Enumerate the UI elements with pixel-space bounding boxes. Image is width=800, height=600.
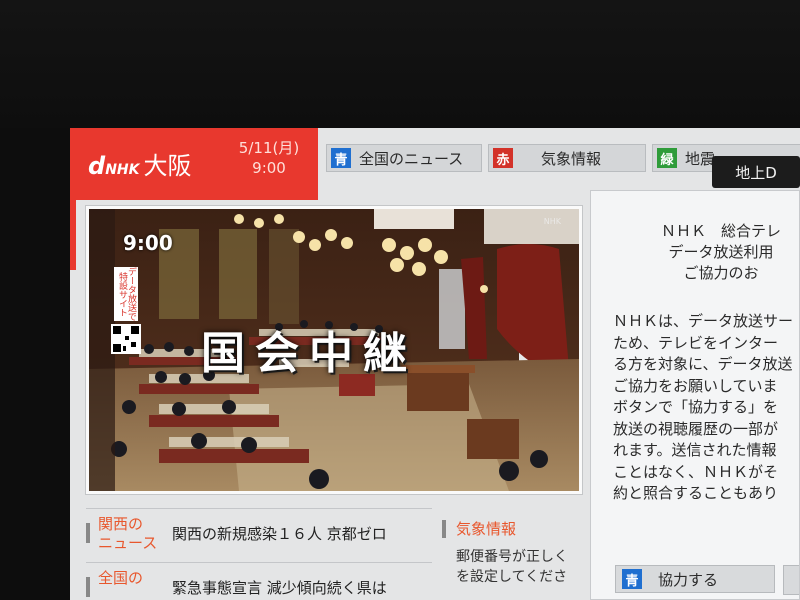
tab-label: 気象情報 <box>541 149 602 168</box>
qr-code-block: データ放送で特設サイト <box>111 267 141 354</box>
tv-bezel-left <box>0 128 70 600</box>
news-headline: 関西の新規感染１６人 京都ゼロ <box>172 525 387 543</box>
decline-button[interactable] <box>783 565 799 595</box>
logo-nhk-text: NHK <box>105 162 140 178</box>
panel-body: ＮＨＫは、データ放送サー ため、テレビをインター る方を対象に、データ放送 ご協… <box>613 311 799 505</box>
tab-label: 地震 <box>685 149 716 168</box>
brand-red-strip <box>70 200 76 270</box>
item-marker <box>86 577 90 597</box>
tv-bezel-top <box>0 0 800 128</box>
program-caption: 国会中継 <box>201 328 417 379</box>
station-name: 大阪 <box>143 152 192 180</box>
panel-body-line: る方を対象に、データ放送 <box>613 355 793 373</box>
item-marker <box>86 523 90 543</box>
station-header: dNHK 大阪 5/11(月) 9:00 <box>70 128 318 200</box>
video-watermark: NHK <box>543 217 561 226</box>
news-category: 関西の ニュース <box>98 515 158 552</box>
qr-banner: データ放送で特設サイト <box>114 267 138 321</box>
panel-title-line: ご協力のお <box>683 264 759 282</box>
logo-mark: d <box>88 152 106 180</box>
panel-body-line: ボタンで「協力する」を <box>613 398 779 416</box>
tab-label: 全国のニュース <box>359 149 464 168</box>
weather-line: を設定してくださ <box>456 569 568 585</box>
data-broadcast-panel: ＮＨＫ 総合テレ データ放送利用 ご協力のお ＮＨＫは、データ放送サー ため、テレビ… <box>590 190 800 600</box>
news-item-kansai[interactable]: 関西の ニュース 関西の新規感染１６人 京都ゼロ <box>86 508 432 557</box>
weather-category: 気象情報 <box>456 520 517 538</box>
blue-key-icon: 青 <box>331 148 351 168</box>
news-item-national[interactable]: 全国の 緊急事態宣言 減少傾向続く県は <box>86 562 432 600</box>
live-video: NHK 9:00 データ放送で特設サイト 国会中継 <box>86 206 582 494</box>
agree-label: 協力する <box>658 570 719 589</box>
news-headline: 緊急事態宣言 減少傾向続く県は <box>172 579 387 597</box>
broadcast-date: 5/11(月) <box>238 139 300 157</box>
agree-button[interactable]: 青 協力する <box>615 565 775 593</box>
panel-body-line: 放送の視聴履歴の一部が <box>613 419 779 438</box>
panel-title-line: データ放送利用 <box>668 243 774 261</box>
green-key-icon: 緑 <box>657 148 677 168</box>
nhk-osaka-logo: dNHK 大阪 <box>88 146 191 181</box>
blue-key-icon: 青 <box>622 569 642 589</box>
panel-body-line: れます。送信された情報 <box>613 441 777 459</box>
news-list: 関西の ニュース 関西の新規感染１６人 京都ゼロ 全国の 緊急事態宣言 減少傾向… <box>70 500 590 600</box>
news-category: 全国の <box>98 569 144 587</box>
red-key-icon: 赤 <box>493 148 513 168</box>
video-clock: 9:00 <box>123 231 173 255</box>
item-marker <box>442 520 446 538</box>
broadcast-screen: dNHK 大阪 5/11(月) 9:00 青 全国のニュース 赤 気象情報 緑 地… <box>70 128 800 600</box>
panel-title: ＮＨＫ 総合テレ データ放送利用 ご協力のお <box>591 221 799 284</box>
panel-body-line: ＮＨＫは、データ放送サー <box>613 312 794 330</box>
panel-title-line: ＮＨＫ 総合テレ <box>660 222 781 240</box>
weather-line: 郵便番号が正しく <box>456 549 568 565</box>
channel-indicator: 地上D <box>712 156 800 188</box>
tab-national-news[interactable]: 青 全国のニュース <box>326 144 482 172</box>
panel-body-line: ことはなく、ＮＨＫがそ <box>613 462 779 481</box>
tab-weather[interactable]: 赤 気象情報 <box>488 144 646 172</box>
qr-code-icon <box>111 324 141 354</box>
broadcast-time: 9:00 <box>252 159 286 177</box>
panel-body-line: ご協力をお願いしていま <box>613 376 778 395</box>
date-time: 5/11(月) 9:00 <box>230 138 308 178</box>
panel-body-line: 約と照合することもあり <box>613 484 779 502</box>
panel-body-line: ため、テレビをインター <box>613 333 779 352</box>
